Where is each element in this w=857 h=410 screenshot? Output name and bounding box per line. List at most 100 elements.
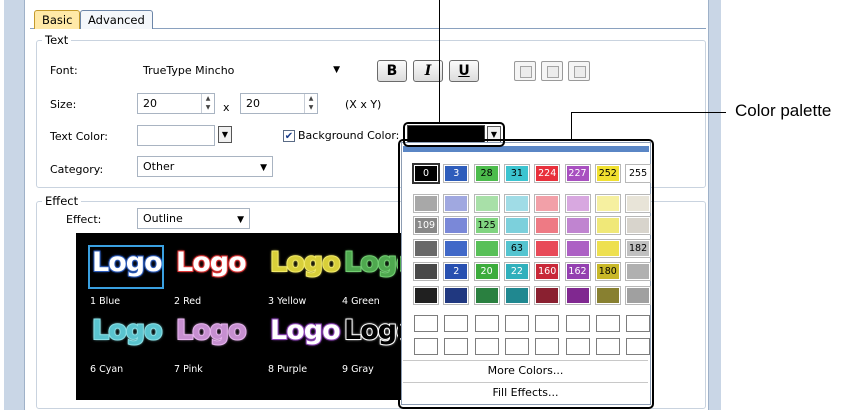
chevron-down-icon: ▼: [333, 65, 340, 75]
spin-down-icon: ▼: [308, 104, 314, 111]
preset-logo[interactable]: Logo: [269, 314, 342, 347]
palette-swatch[interactable]: [443, 194, 470, 213]
palette-swatch[interactable]: [625, 216, 652, 235]
spin-up-icon: ▲: [308, 95, 314, 102]
palette-swatch[interactable]: 2: [443, 262, 470, 281]
custom-color-slot[interactable]: [535, 338, 560, 355]
palette-swatch[interactable]: [413, 239, 439, 258]
palette-swatch[interactable]: 182: [625, 239, 652, 258]
custom-color-slot[interactable]: [565, 315, 590, 332]
palette-swatch[interactable]: [503, 216, 530, 235]
background-color-checkbox[interactable]: ✔: [283, 130, 295, 142]
text-color-dropdown[interactable]: ▼: [218, 126, 232, 143]
palette-swatch[interactable]: [413, 194, 439, 213]
palette-swatch[interactable]: [443, 216, 470, 235]
palette-swatch[interactable]: [625, 286, 652, 305]
size-y-input[interactable]: 20 ▲ ▼: [240, 93, 318, 114]
palette-swatch[interactable]: [594, 194, 621, 213]
preset-logo[interactable]: Logo: [91, 314, 164, 347]
spin-down-icon: ▼: [205, 104, 211, 111]
palette-swatch[interactable]: 0: [412, 163, 440, 184]
text-color-label: Text Color:: [50, 130, 108, 143]
tab-basic[interactable]: Basic: [34, 10, 81, 29]
palette-swatch[interactable]: [473, 194, 500, 213]
palette-swatch[interactable]: [443, 239, 470, 258]
palette-swatch[interactable]: [443, 286, 470, 305]
palette-swatch[interactable]: 180: [594, 262, 621, 281]
palette-swatch[interactable]: 162: [564, 262, 591, 281]
custom-color-slot[interactable]: [414, 315, 438, 332]
preset-name: 7 Pink: [174, 364, 203, 375]
underline-icon: U: [458, 63, 470, 79]
align-left-icon: [520, 66, 532, 78]
size-x-input[interactable]: 20 ▲ ▼: [137, 93, 215, 114]
font-select[interactable]: TrueType Mincho ▼: [137, 60, 347, 81]
palette-swatch[interactable]: 125: [473, 216, 500, 235]
size-x-spinner[interactable]: ▲ ▼: [201, 94, 214, 113]
preset-name: 8 Purple: [268, 364, 308, 375]
custom-color-slot[interactable]: [595, 315, 620, 332]
palette-swatch[interactable]: 252: [594, 164, 621, 183]
palette-swatch[interactable]: [564, 194, 591, 213]
preset-logo[interactable]: Logo: [175, 314, 248, 347]
palette-swatch[interactable]: [413, 262, 439, 281]
palette-swatch[interactable]: 255: [625, 164, 652, 183]
underline-button[interactable]: U: [449, 60, 479, 82]
checkmark-icon: ✔: [284, 131, 294, 142]
bold-button[interactable]: B: [377, 60, 407, 82]
palette-swatch[interactable]: [534, 286, 561, 305]
custom-color-slot[interactable]: [504, 315, 529, 332]
preset-logo[interactable]: Logo: [175, 246, 248, 279]
custom-color-slot[interactable]: [535, 315, 560, 332]
palette-swatch[interactable]: 20: [473, 262, 500, 281]
text-color-swatch[interactable]: [137, 125, 215, 146]
palette-swatch[interactable]: [534, 216, 561, 235]
custom-color-slot[interactable]: [626, 338, 651, 355]
custom-color-slot[interactable]: [504, 338, 529, 355]
size-y-spinner[interactable]: ▲ ▼: [304, 94, 317, 113]
palette-swatch[interactable]: [594, 286, 621, 305]
custom-color-slot[interactable]: [595, 338, 620, 355]
custom-color-slot[interactable]: [474, 315, 499, 332]
palette-swatch[interactable]: [503, 286, 530, 305]
align-left-button[interactable]: [514, 61, 536, 81]
custom-color-slot[interactable]: [565, 338, 590, 355]
custom-color-slot[interactable]: [626, 315, 651, 332]
palette-swatch[interactable]: [534, 194, 561, 213]
palette-swatch[interactable]: [564, 286, 591, 305]
tab-advanced[interactable]: Advanced: [80, 10, 153, 29]
palette-swatch[interactable]: 3: [443, 164, 470, 183]
palette-swatch[interactable]: 224: [534, 164, 561, 183]
palette-swatch[interactable]: 63: [503, 239, 530, 258]
category-select[interactable]: Other ▼: [137, 156, 273, 177]
font-value: TrueType Mincho: [143, 64, 235, 77]
palette-swatch[interactable]: [564, 239, 591, 258]
palette-swatch[interactable]: 160: [534, 262, 561, 281]
palette-swatch[interactable]: [534, 239, 561, 258]
size-label: Size:: [50, 98, 77, 111]
palette-swatch[interactable]: [503, 194, 530, 213]
palette-swatch[interactable]: [625, 194, 652, 213]
custom-color-slot[interactable]: [444, 338, 469, 355]
palette-swatch[interactable]: [594, 239, 621, 258]
palette-swatch[interactable]: 227: [564, 164, 591, 183]
custom-color-slot[interactable]: [414, 338, 438, 355]
effect-select[interactable]: Outline ▼: [137, 208, 250, 229]
palette-swatch[interactable]: [473, 286, 500, 305]
palette-swatch[interactable]: 28: [473, 164, 500, 183]
custom-color-slot[interactable]: [474, 338, 499, 355]
palette-swatch[interactable]: [564, 216, 591, 235]
size-times: x: [223, 101, 230, 114]
palette-swatch[interactable]: [413, 286, 439, 305]
palette-swatch[interactable]: 22: [503, 262, 530, 281]
align-right-button[interactable]: [568, 61, 590, 81]
palette-swatch[interactable]: [625, 262, 652, 281]
palette-swatch[interactable]: 31: [503, 164, 530, 183]
palette-swatch[interactable]: [594, 216, 621, 235]
preset-logo[interactable]: Logo: [269, 246, 342, 279]
palette-swatch[interactable]: [473, 239, 500, 258]
custom-color-slot[interactable]: [444, 315, 469, 332]
align-center-button[interactable]: [541, 61, 563, 81]
palette-swatch[interactable]: 109: [413, 216, 439, 235]
preset-name: 2 Red: [174, 296, 202, 307]
